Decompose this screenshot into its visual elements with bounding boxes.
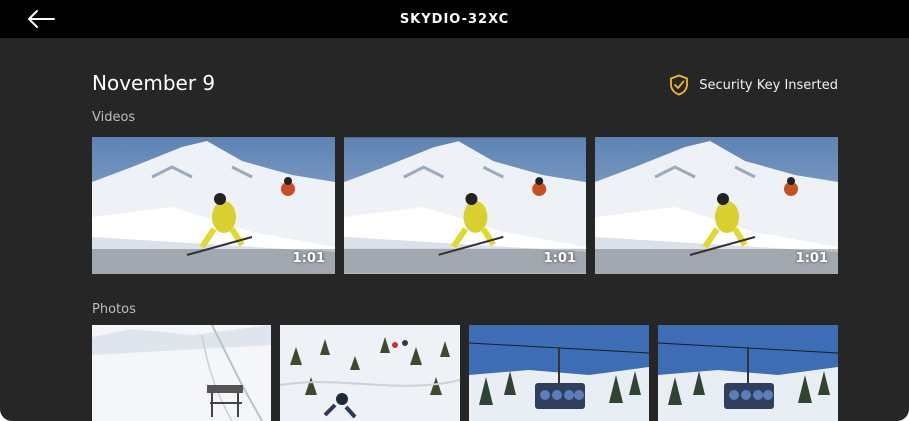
top-bar: SKYDIO-32XC bbox=[0, 0, 909, 38]
photos-section-label: Photos bbox=[92, 302, 136, 317]
videos-section-label: Videos bbox=[92, 110, 136, 125]
video-thumbnail[interactable]: 1:01 bbox=[344, 137, 586, 274]
video-duration: 1:01 bbox=[543, 251, 576, 266]
security-status: Security Key Inserted bbox=[669, 74, 838, 96]
photo-thumbnail[interactable] bbox=[469, 325, 649, 421]
shield-check-icon bbox=[670, 74, 689, 96]
photo-preview-image bbox=[92, 325, 271, 421]
photo-thumbnail[interactable] bbox=[658, 325, 838, 421]
device-title: SKYDIO-32XC bbox=[399, 11, 510, 27]
video-duration: 1:01 bbox=[795, 251, 828, 266]
gallery-screen: SKYDIO-32XC November 9 Security Key Inse… bbox=[0, 0, 909, 421]
video-thumbnail[interactable]: 1:01 bbox=[595, 137, 838, 274]
video-thumbnail[interactable]: 1:01 bbox=[92, 137, 335, 274]
photo-preview-image bbox=[280, 325, 460, 421]
photo-thumbnail[interactable] bbox=[92, 325, 271, 421]
photo-preview-image bbox=[658, 325, 838, 421]
photo-preview-image bbox=[469, 325, 649, 421]
photo-thumbnail[interactable] bbox=[280, 325, 460, 421]
video-duration: 1:01 bbox=[292, 251, 325, 266]
date-heading: November 9 bbox=[92, 71, 216, 95]
security-status-label: Security Key Inserted bbox=[699, 77, 838, 93]
back-button[interactable] bbox=[22, 3, 60, 35]
arrow-left-icon bbox=[28, 10, 55, 28]
